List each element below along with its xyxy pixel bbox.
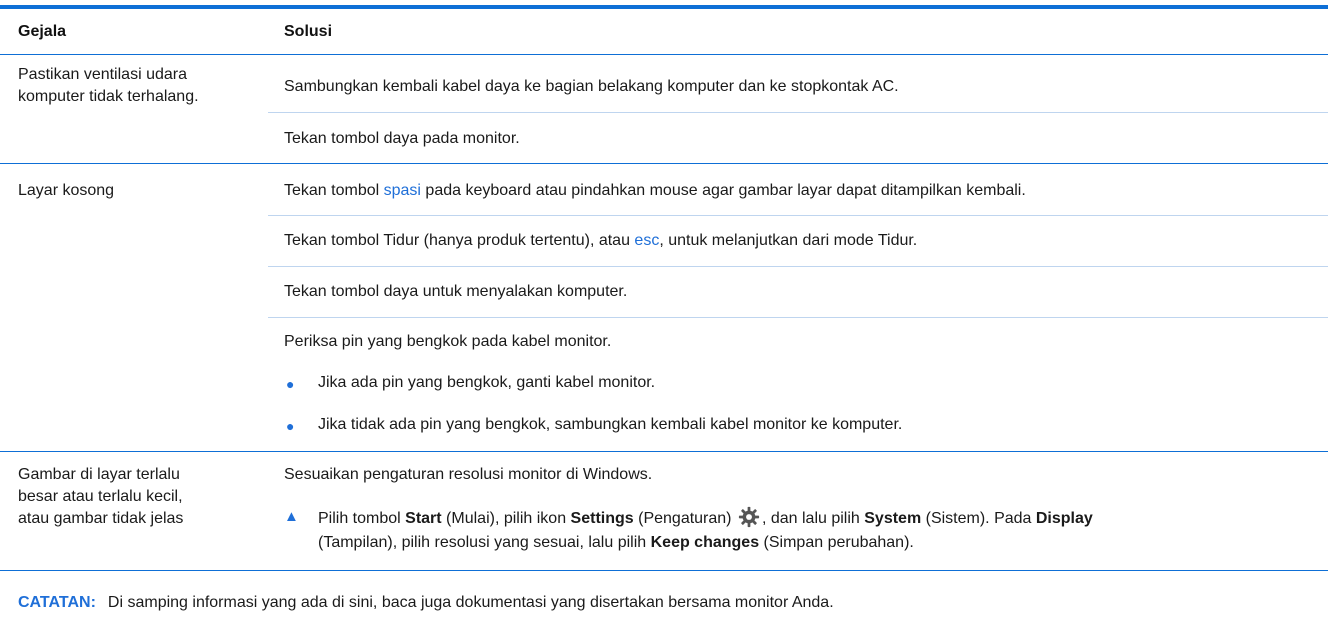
row-divider xyxy=(0,163,1328,164)
header-divider xyxy=(0,54,1328,55)
note: CATATAN: Di samping informasi yang ada di… xyxy=(18,592,834,614)
bullet-icon: ● xyxy=(286,376,295,392)
note-text: Di samping informasi yang ada di sini, b… xyxy=(107,594,834,611)
table-header: Gejala Solusi xyxy=(0,9,1328,54)
bullet-bent-pin-replace: Jika ada pin yang bengkok, ganti kabel m… xyxy=(318,374,656,391)
symptom-blank-screen: Layar kosong xyxy=(18,182,115,199)
row-divider xyxy=(268,317,1328,318)
solution-press-esc: Tekan tombol Tidur (hanya produk tertent… xyxy=(284,232,918,249)
solution-turn-on-computer: Tekan tombol daya untuk menyalakan kompu… xyxy=(284,283,628,300)
solution-check-pins: Periksa pin yang bengkok pada kabel moni… xyxy=(284,333,612,350)
key-spasi: spasi xyxy=(383,182,421,199)
symptom-resolution-line1: Gambar di layar terlalu xyxy=(18,466,180,483)
symptom-resolution-line3: atau gambar tidak jelas xyxy=(18,510,184,527)
column-header-gejala: Gejala xyxy=(18,23,67,40)
key-esc: esc xyxy=(634,232,660,249)
solution-adjust-resolution: Sesuaikan pengaturan resolusi monitor di… xyxy=(284,466,653,483)
solution-reconnect-power: Sambungkan kembali kabel daya ke bagian … xyxy=(284,78,899,95)
table-bottom-border xyxy=(0,570,1328,571)
row-divider xyxy=(268,266,1328,267)
solution-press-space: Tekan tombol spasi pada keyboard atau pi… xyxy=(284,182,1026,199)
step-marker-icon: ▲ xyxy=(284,508,299,525)
column-header-solusi: Solusi xyxy=(284,23,333,40)
bullet-no-bent-pin-reconnect: Jika tidak ada pin yang bengkok, sambung… xyxy=(318,416,903,433)
row-divider xyxy=(268,112,1328,113)
bullet-icon: ● xyxy=(286,418,295,434)
symptom-resolution-line2: besar atau terlalu kecil, xyxy=(18,488,183,505)
note-label: CATATAN: xyxy=(18,594,96,611)
symptom-ventilation-line2: komputer tidak terhalang. xyxy=(18,88,199,105)
row-divider xyxy=(268,215,1328,216)
solution-press-monitor-power: Tekan tombol daya pada monitor. xyxy=(284,130,520,147)
row-divider xyxy=(0,451,1328,452)
gear-icon xyxy=(738,506,760,528)
symptom-ventilation-line1: Pastikan ventilasi udara xyxy=(18,66,187,83)
step-instructions-line2: (Tampilan), pilih resolusi yang sesuai, … xyxy=(318,534,914,551)
step-instructions-line1: Pilih tombol Start (Mulai), pilih ikon S… xyxy=(318,506,1093,530)
